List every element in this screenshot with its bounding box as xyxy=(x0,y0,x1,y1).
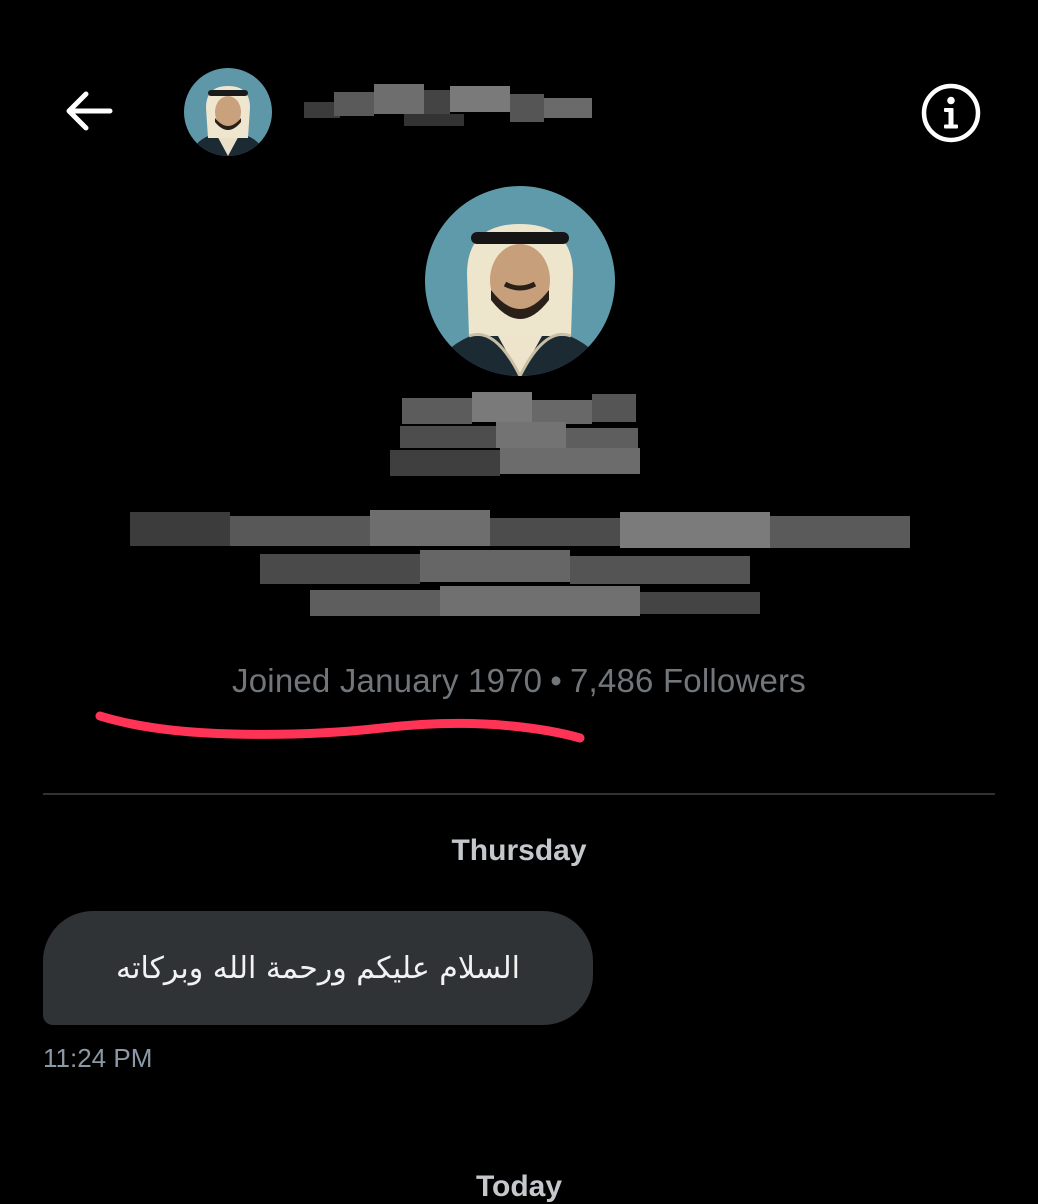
message-text: السلام عليكم ورحمة الله وبركاته xyxy=(116,950,520,986)
message-bubble[interactable]: السلام عليكم ورحمة الله وبركاته xyxy=(43,911,593,1025)
conversation-info-button[interactable] xyxy=(918,80,984,146)
profile-name-redacted xyxy=(380,392,660,480)
header-avatar[interactable] xyxy=(184,68,272,156)
profile-avatar[interactable] xyxy=(425,186,615,376)
profile-meta-line: Joined January 1970 • 7,486 Followers xyxy=(0,662,1038,700)
meta-separator: • xyxy=(550,662,562,699)
info-circle-icon xyxy=(921,83,981,143)
dm-conversation-screen: Joined January 1970 • 7,486 Followers Thur… xyxy=(0,0,1038,1203)
arrow-left-icon xyxy=(66,91,113,131)
conversation-header xyxy=(0,60,1038,160)
message-timestamp: 11:24 PM xyxy=(43,1043,153,1073)
joined-date: Joined January 1970 xyxy=(232,662,543,699)
section-divider xyxy=(43,793,995,795)
red-underline-annotation xyxy=(95,711,585,743)
followers-count[interactable]: 7,486 Followers xyxy=(570,662,806,699)
day-label-thursday: Thursday xyxy=(451,834,587,867)
back-button[interactable] xyxy=(56,84,120,138)
profile-bio-redacted xyxy=(110,506,940,636)
day-label-today: Today xyxy=(475,1170,563,1203)
header-display-name-redacted[interactable] xyxy=(304,84,594,132)
